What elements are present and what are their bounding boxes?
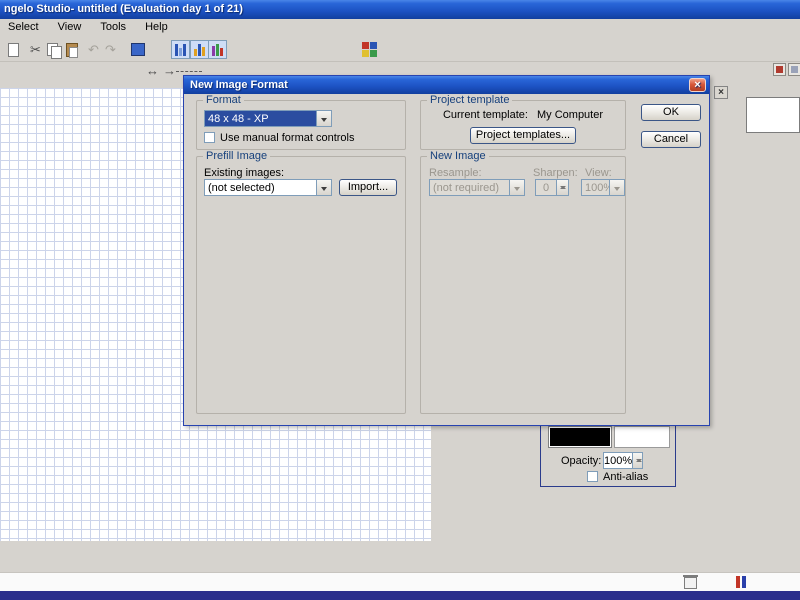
logo-blue-bar <box>742 576 746 588</box>
opacity-value: 100% <box>604 455 633 467</box>
antialias-checkbox[interactable] <box>587 471 598 482</box>
chart-bars-shape <box>194 43 205 56</box>
undo-glyph: ↶ <box>88 42 99 57</box>
dialog-titlebar[interactable]: New Image Format × <box>184 76 709 94</box>
import-button[interactable]: Import... <box>339 179 397 196</box>
new-image-group-label: New Image <box>427 150 489 162</box>
paste-icon[interactable] <box>62 40 81 59</box>
existing-images-dropdown[interactable]: (not selected) <box>204 179 332 196</box>
opacity-label: Opacity: <box>561 455 602 467</box>
horizontal-resize-icon[interactable]: ↔ <box>146 64 159 77</box>
prefill-group-label: Prefill Image <box>203 150 271 162</box>
palette-close-icon[interactable]: × <box>714 86 728 99</box>
new-image-group: New Image Resample: (not required) Sharp… <box>420 150 626 414</box>
redo-icon[interactable]: ↷ <box>101 40 120 59</box>
panel-toggle-icon[interactable] <box>773 63 786 76</box>
chevron-down-icon[interactable] <box>316 111 331 126</box>
workspace-toggle-icon[interactable] <box>788 63 800 76</box>
existing-images-value: (not selected) <box>208 182 275 194</box>
resample-label: Resample: <box>429 167 482 179</box>
cancel-button[interactable]: Cancel <box>641 131 701 148</box>
resample-value: (not required) <box>433 182 500 194</box>
manual-format-checkbox[interactable] <box>204 132 215 143</box>
status-bar <box>0 572 800 591</box>
menu-tools[interactable]: Tools <box>92 19 134 37</box>
format-group-label: Format <box>203 94 244 106</box>
sharpen-spin-buttons[interactable] <box>556 180 568 195</box>
taskbar-edge <box>0 591 800 600</box>
ok-button[interactable]: OK <box>641 104 701 121</box>
cut-icon[interactable]: ✂ <box>26 40 45 59</box>
new-image-format-dialog: New Image Format × Format 48 x 48 - XP U… <box>183 75 710 426</box>
chevron-down-icon[interactable] <box>609 180 624 195</box>
palette-icon[interactable] <box>360 40 379 59</box>
chevron-down-icon[interactable] <box>509 180 524 195</box>
document-shape <box>8 42 19 57</box>
sharpen-value: 0 <box>542 182 550 194</box>
view-mode-chart-icon[interactable] <box>190 40 209 59</box>
format-dropdown[interactable]: 48 x 48 - XP <box>204 110 332 127</box>
dialog-close-icon[interactable]: × <box>689 78 706 92</box>
existing-images-label: Existing images: <box>204 167 285 179</box>
foreground-color-swatch[interactable] <box>548 426 612 448</box>
menu-select[interactable]: Select <box>0 19 47 37</box>
format-group: Format 48 x 48 - XP Use manual format co… <box>196 94 406 150</box>
menu-help[interactable]: Help <box>137 19 176 37</box>
antialias-label: Anti-alias <box>603 471 649 483</box>
copy-icon[interactable] <box>44 40 63 59</box>
view-zoom-value: 100% <box>585 182 609 194</box>
current-template-value: My Computer <box>537 109 604 121</box>
view-zoom-dropdown[interactable]: 100% <box>581 179 625 196</box>
copy-shape <box>47 42 62 59</box>
format-dropdown-value: 48 x 48 - XP <box>205 111 316 126</box>
view-mode-colors-icon[interactable] <box>208 40 227 59</box>
editor-bars-shape <box>175 43 186 56</box>
prefill-image-group: Prefill Image Existing images: (not sele… <box>196 150 406 414</box>
palette-squares-shape <box>362 42 377 57</box>
opacity-spin-buttons[interactable] <box>632 453 642 468</box>
manual-format-row: Use manual format controls <box>204 132 355 144</box>
new-document-icon[interactable] <box>4 40 23 59</box>
clipboard-shape <box>65 42 78 58</box>
opacity-stepper[interactable]: 100% <box>603 452 643 469</box>
palette-listbox[interactable] <box>746 97 800 133</box>
menu-view[interactable]: View <box>50 19 90 37</box>
logo-red-bar <box>736 576 740 588</box>
sharpen-stepper[interactable]: 0 <box>535 179 569 196</box>
menu-bar: Select View Tools Help <box>0 19 800 37</box>
scissors-glyph: ✂ <box>30 42 41 57</box>
view-mode-editor-icon[interactable] <box>171 40 190 59</box>
chevron-down-icon[interactable] <box>316 180 331 195</box>
background-color-swatch[interactable] <box>614 426 670 448</box>
project-template-group: Project template Current template: My Co… <box>420 94 626 150</box>
redo-glyph: ↷ <box>105 42 116 57</box>
toolbar: ✂ ↶ ↷ <box>0 37 800 62</box>
manual-format-label: Use manual format controls <box>220 132 355 144</box>
project-templates-button[interactable]: Project templates... <box>470 127 576 144</box>
trash-icon[interactable] <box>683 575 698 589</box>
color-options-panel: Opacity: 100% Anti-alias <box>540 420 676 487</box>
app-titlebar[interactable]: ngelo Studio- untitled (Evaluation day 1… <box>0 0 800 19</box>
right-arrow-icon[interactable]: → <box>163 64 176 77</box>
current-template-row: Current template: My Computer <box>421 109 625 121</box>
resample-dropdown[interactable]: (not required) <box>429 179 525 196</box>
project-template-group-label: Project template <box>427 94 513 106</box>
color-bars-shape <box>212 43 223 56</box>
dialog-title: New Image Format <box>190 79 288 91</box>
media-icon[interactable] <box>128 40 147 59</box>
sharpen-label: Sharpen: <box>533 167 578 179</box>
dashed-guide-line <box>176 71 202 72</box>
antialias-row: Anti-alias <box>587 471 648 483</box>
current-template-label: Current template: <box>442 109 528 121</box>
app-title: ngelo Studio- untitled (Evaluation day 1… <box>4 3 243 15</box>
view-zoom-label: View: <box>585 167 612 179</box>
media-shape <box>130 43 145 56</box>
